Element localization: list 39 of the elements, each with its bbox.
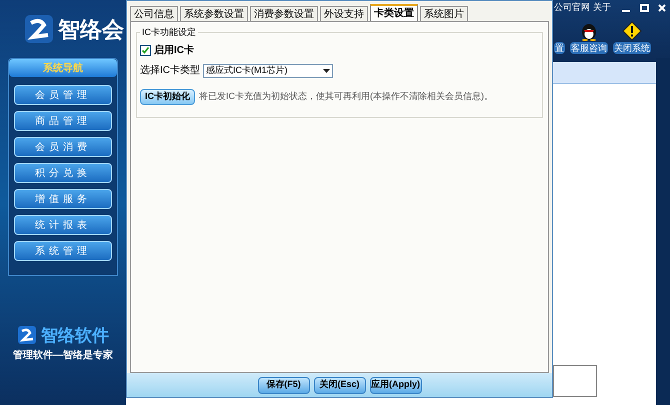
init-description: 将已发IC卡充值为初始状态，使其可再利用(本操作不清除相关会员信息)。 bbox=[199, 90, 493, 104]
top-link[interactable]: 关于 bbox=[593, 1, 611, 15]
footer-button[interactable]: 应用(Apply) bbox=[370, 376, 422, 394]
checkbox[interactable] bbox=[140, 45, 151, 56]
text-box bbox=[553, 365, 597, 397]
checkbox-label: 启用IC卡 bbox=[154, 43, 194, 58]
toolbar-button[interactable]: 置 bbox=[554, 42, 565, 54]
footer-button[interactable]: 关闭(Esc) bbox=[314, 376, 366, 394]
card-type-label: 选择IC卡类型 bbox=[140, 64, 200, 78]
top-link[interactable]: 公司官网 bbox=[554, 1, 590, 15]
close-icon bbox=[658, 4, 666, 12]
tab[interactable]: 系统图片 bbox=[420, 6, 468, 21]
toolbar-button[interactable]: 客服咨询 bbox=[570, 42, 608, 54]
card-type-dropdown[interactable]: 感应式IC卡(M1芯片) bbox=[203, 64, 333, 78]
nav-button[interactable]: 增值服务 bbox=[14, 189, 112, 209]
dropdown-arrow-icon bbox=[323, 68, 330, 72]
ic-init-button[interactable]: IC卡初始化 bbox=[140, 89, 195, 105]
tab[interactable]: 消费参数设置 bbox=[250, 6, 318, 21]
nav-button[interactable]: 统计报表 bbox=[14, 215, 112, 235]
logo-text: 智络会 bbox=[58, 16, 124, 44]
footer-button[interactable]: 保存(F5) bbox=[258, 376, 310, 394]
tab[interactable]: 外设支持 bbox=[320, 6, 368, 21]
warning-icon bbox=[622, 21, 642, 41]
toolbar-button[interactable]: 关闭系统 bbox=[613, 42, 651, 54]
navigation-title: 系统导航 bbox=[43, 61, 83, 76]
tab[interactable]: 卡类设置 bbox=[370, 4, 418, 21]
nav-button[interactable]: 积分兑换 bbox=[14, 163, 112, 183]
tab[interactable]: 系统参数设置 bbox=[180, 6, 248, 21]
logo-icon bbox=[24, 14, 54, 44]
nav-button[interactable]: 系统管理 bbox=[14, 241, 112, 261]
brand-logo-icon bbox=[17, 325, 37, 346]
brand-name: 智络软件 bbox=[41, 324, 109, 346]
nav-button[interactable]: 会员消费 bbox=[14, 137, 112, 157]
nav-button[interactable]: 商品管理 bbox=[14, 111, 112, 131]
tab[interactable]: 公司信息 bbox=[130, 6, 178, 21]
slogan: 管理软件—智络是专家 bbox=[13, 348, 113, 363]
nav-button[interactable]: 会员管理 bbox=[14, 85, 112, 105]
penguin-icon bbox=[580, 21, 598, 41]
group-title: IC卡功能设定 bbox=[140, 26, 198, 38]
